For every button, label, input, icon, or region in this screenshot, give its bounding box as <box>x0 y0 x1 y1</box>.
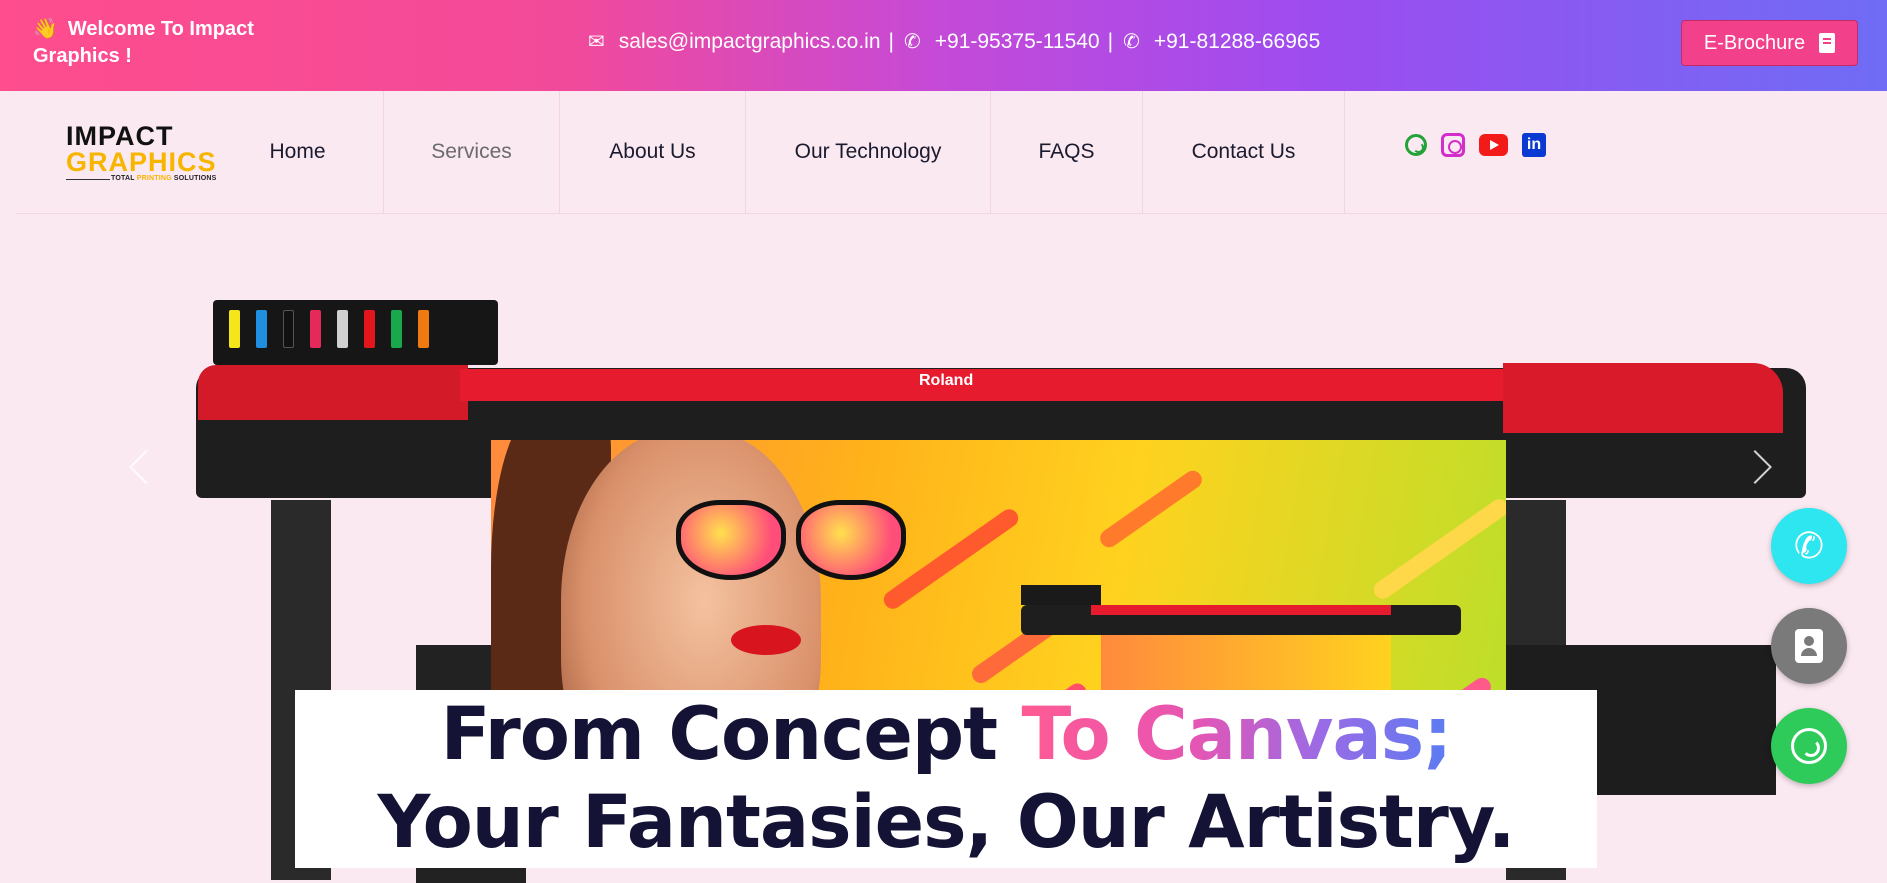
contact-info: ✉ sales@impactgraphics.co.in | ✆ +91-953… <box>588 29 1320 54</box>
waving-hand-icon: 👋 <box>33 18 58 40</box>
whatsapp-icon <box>1791 728 1827 764</box>
logo-line-2: GRAPHICS <box>66 147 217 177</box>
nav-item-our-technology[interactable]: Our Technology <box>746 91 991 213</box>
nav-item-faqs[interactable]: FAQS <box>991 91 1143 213</box>
phone-link-1[interactable]: +91-95375-11540 <box>935 30 1100 54</box>
youtube-icon[interactable] <box>1479 134 1508 156</box>
mini-printer-image <box>1021 585 1461 705</box>
social-links: in <box>1405 133 1546 157</box>
logo-line-1: IMPACT <box>66 121 174 151</box>
e-brochure-button[interactable]: E-Brochure <box>1681 20 1858 66</box>
main-navigation: IMPACT GRAPHICS TOTAL PRINTING SOLUTIONS… <box>16 91 1887 214</box>
slider-prev-arrow[interactable] <box>129 450 163 484</box>
hero-slider: Roland From Concept To Canvas; Your Fant… <box>16 215 1887 883</box>
contact-card-icon <box>1795 629 1823 663</box>
headline-line-2: Your Fantasies, Our Artistry. <box>377 780 1515 865</box>
nav-item-services[interactable]: Services <box>384 91 560 213</box>
instagram-icon[interactable] <box>1441 133 1465 157</box>
nav-item-contact-us[interactable]: Contact Us <box>1143 91 1345 213</box>
phone-icon: ✆ <box>1123 31 1140 53</box>
call-button[interactable]: ✆ <box>1771 508 1847 584</box>
phone-icon: ✆ <box>904 31 921 53</box>
linkedin-icon[interactable]: in <box>1522 133 1546 157</box>
phone-icon: ✆ <box>1793 525 1825 567</box>
separator: | <box>1107 29 1114 53</box>
welcome-message: 👋 Welcome To Impact Graphics ! <box>33 16 273 70</box>
book-icon <box>1819 33 1836 53</box>
phone-link-2[interactable]: +91-81288-66965 <box>1154 30 1320 54</box>
printer-brand-label: Roland <box>919 372 974 389</box>
separator: | <box>888 29 894 53</box>
email-link[interactable]: sales@impactgraphics.co.in <box>619 30 881 54</box>
headline-line-1: From Concept To Canvas; <box>440 692 1453 777</box>
contact-card-button[interactable] <box>1771 608 1847 684</box>
welcome-text: Welcome To Impact Graphics ! <box>33 18 254 67</box>
mail-icon: ✉ <box>588 31 605 53</box>
nav-item-home[interactable]: Home <box>212 91 384 213</box>
hero-headline: From Concept To Canvas; Your Fantasies, … <box>295 690 1597 868</box>
impact-graphics-logo[interactable]: IMPACT GRAPHICS TOTAL PRINTING SOLUTIONS <box>66 123 226 183</box>
nav-item-about-us[interactable]: About Us <box>560 91 746 213</box>
whatsapp-button[interactable] <box>1771 708 1847 784</box>
e-brochure-label: E-Brochure <box>1703 31 1806 54</box>
top-bar: 👋 Welcome To Impact Graphics ! ✉ sales@im… <box>0 0 1887 91</box>
whatsapp-icon[interactable] <box>1405 134 1427 156</box>
